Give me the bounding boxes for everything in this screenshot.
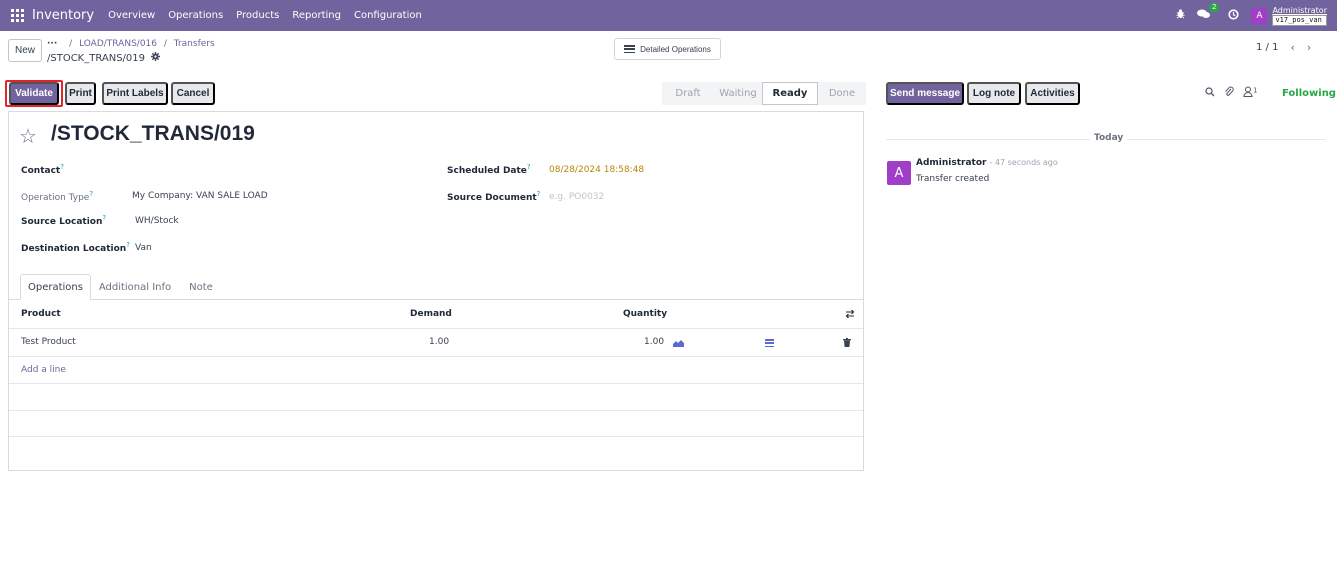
messaging-chat-icon[interactable]: 2 [1197, 3, 1220, 22]
add-line-link[interactable]: Add a line [21, 365, 66, 375]
message-author: Administrator - 47 seconds ago [916, 158, 1058, 168]
gear-icon[interactable] [151, 52, 161, 64]
user-name: Administrator [1272, 5, 1327, 15]
today-label: Today [1090, 133, 1128, 143]
help-icon[interactable]: ? [102, 214, 106, 222]
source-document-label: Source Document? [447, 190, 541, 203]
send-message-button[interactable]: Send message [886, 82, 964, 105]
stage-waiting[interactable]: Waiting [714, 82, 762, 105]
chevron-right-icon[interactable]: › [1307, 41, 1311, 54]
menu-products[interactable]: Products [236, 10, 279, 21]
followers-person-icon[interactable]: 1 [1243, 86, 1257, 100]
message-body: Transfer created [916, 174, 990, 184]
pager-value[interactable]: 1 / 1 [1256, 42, 1278, 53]
message-time: - 47 seconds ago [989, 158, 1058, 167]
breadcrumb-more[interactable]: ··· [47, 39, 57, 49]
table-row-divider [9, 383, 863, 384]
product-cell[interactable]: Test Product [21, 337, 76, 347]
cancel-button[interactable]: Cancel [171, 82, 215, 105]
chevron-left-icon[interactable]: ‹ [1290, 41, 1294, 54]
user-avatar[interactable]: A [1251, 7, 1268, 24]
menu-operations[interactable]: Operations [168, 10, 223, 21]
new-button[interactable]: New [8, 39, 42, 62]
scheduled-date-label: Scheduled Date? [447, 163, 531, 176]
hamburger-icon [624, 45, 636, 53]
tab-additional-info[interactable]: Additional Info [97, 274, 173, 300]
print-button[interactable]: Print [65, 82, 96, 105]
detailed-operations-label: Detailed Operations [640, 44, 711, 54]
demand-cell[interactable]: 1.00 [429, 337, 449, 347]
user-menu[interactable]: Administrator v17_pos_van [1272, 6, 1327, 26]
quantity-cell[interactable]: 1.00 [644, 337, 664, 347]
breadcrumb-transfers[interactable]: Transfers [174, 39, 215, 49]
app-name[interactable]: Inventory [32, 8, 94, 23]
stage-ready[interactable]: Ready [762, 82, 818, 105]
message-author-avatar[interactable]: A [887, 161, 911, 185]
help-icon[interactable]: ? [537, 190, 541, 198]
log-note-button[interactable]: Log note [967, 82, 1021, 105]
star-icon[interactable]: ☆ [19, 124, 37, 148]
menu-overview[interactable]: Overview [108, 10, 155, 21]
scheduled-date-field[interactable]: 08/28/2024 18:58:48 [549, 165, 644, 175]
stage-draft[interactable]: Draft [662, 82, 714, 105]
top-navbar: Inventory Overview Operations Products R… [0, 0, 1337, 31]
status-bar: Draft Waiting Ready Done [662, 82, 866, 105]
destination-location-label: Destination Location? [21, 241, 130, 254]
table-row-divider [9, 356, 863, 357]
record-title: /STOCK_TRANS/019 [51, 122, 255, 145]
column-product[interactable]: Product [21, 309, 61, 319]
menu-reporting[interactable]: Reporting [292, 10, 341, 21]
pager: 1 / 1 ‹ › [1256, 41, 1311, 54]
optional-columns-icon[interactable] [845, 309, 855, 322]
apps-menu-icon[interactable] [11, 9, 24, 22]
table-header-divider [9, 328, 863, 329]
breadcrumb-separator: / [69, 39, 73, 49]
menu-configuration[interactable]: Configuration [354, 10, 422, 21]
column-demand[interactable]: Demand [410, 309, 452, 319]
help-icon[interactable]: ? [89, 190, 93, 198]
search-icon[interactable] [1205, 86, 1215, 100]
help-icon[interactable]: ? [60, 163, 64, 171]
destination-location-field[interactable]: Van [135, 243, 152, 253]
breadcrumb-load-trans[interactable]: LOAD/TRANS/016 [79, 39, 157, 49]
table-row-divider [9, 410, 863, 411]
breadcrumb: ··· / LOAD/TRANS/016 / Transfers [47, 39, 215, 49]
debug-bug-icon[interactable] [1176, 9, 1186, 22]
message-author-name[interactable]: Administrator [916, 158, 986, 168]
record-name: /STOCK_TRANS/019 [47, 52, 146, 64]
operation-type-label: Operation Type? [21, 190, 94, 203]
detailed-operations-button[interactable]: Detailed Operations [614, 38, 721, 60]
tab-operations[interactable]: Operations [20, 274, 91, 300]
help-icon[interactable]: ? [126, 241, 130, 249]
source-location-label: Source Location? [21, 214, 107, 227]
followers-count: 1 [1253, 86, 1258, 95]
help-icon[interactable]: ? [527, 163, 531, 171]
systray: 2 A Administrator v17_pos_van [1176, 0, 1337, 31]
column-quantity[interactable]: Quantity [623, 309, 667, 319]
forecast-chart-icon[interactable] [673, 339, 684, 347]
database-name: v17_pos_van [1272, 14, 1327, 26]
print-labels-button[interactable]: Print Labels [102, 82, 168, 105]
validate-button[interactable]: Validate [9, 82, 59, 105]
breadcrumb-separator: / [163, 39, 167, 49]
paperclip-icon[interactable] [1224, 86, 1234, 100]
contact-label: Contact? [21, 163, 64, 176]
activities-button[interactable]: Activities [1025, 82, 1080, 105]
activity-clock-icon[interactable] [1228, 8, 1240, 23]
chat-badge: 2 [1208, 3, 1220, 12]
following-button[interactable]: Following [1282, 88, 1336, 99]
source-document-field[interactable]: e.g. PO0032 [549, 192, 604, 202]
details-list-icon[interactable] [765, 339, 774, 347]
trash-icon[interactable] [843, 338, 851, 350]
chatter-tools: 1 [1205, 86, 1266, 100]
table-row-divider [9, 436, 863, 437]
operation-type-value: My Company: VAN SALE LOAD [132, 191, 268, 201]
source-location-field[interactable]: WH/Stock [135, 216, 179, 226]
tab-note[interactable]: Note [183, 274, 219, 300]
stage-done[interactable]: Done [818, 82, 866, 105]
current-record: /STOCK_TRANS/019 [47, 52, 161, 64]
